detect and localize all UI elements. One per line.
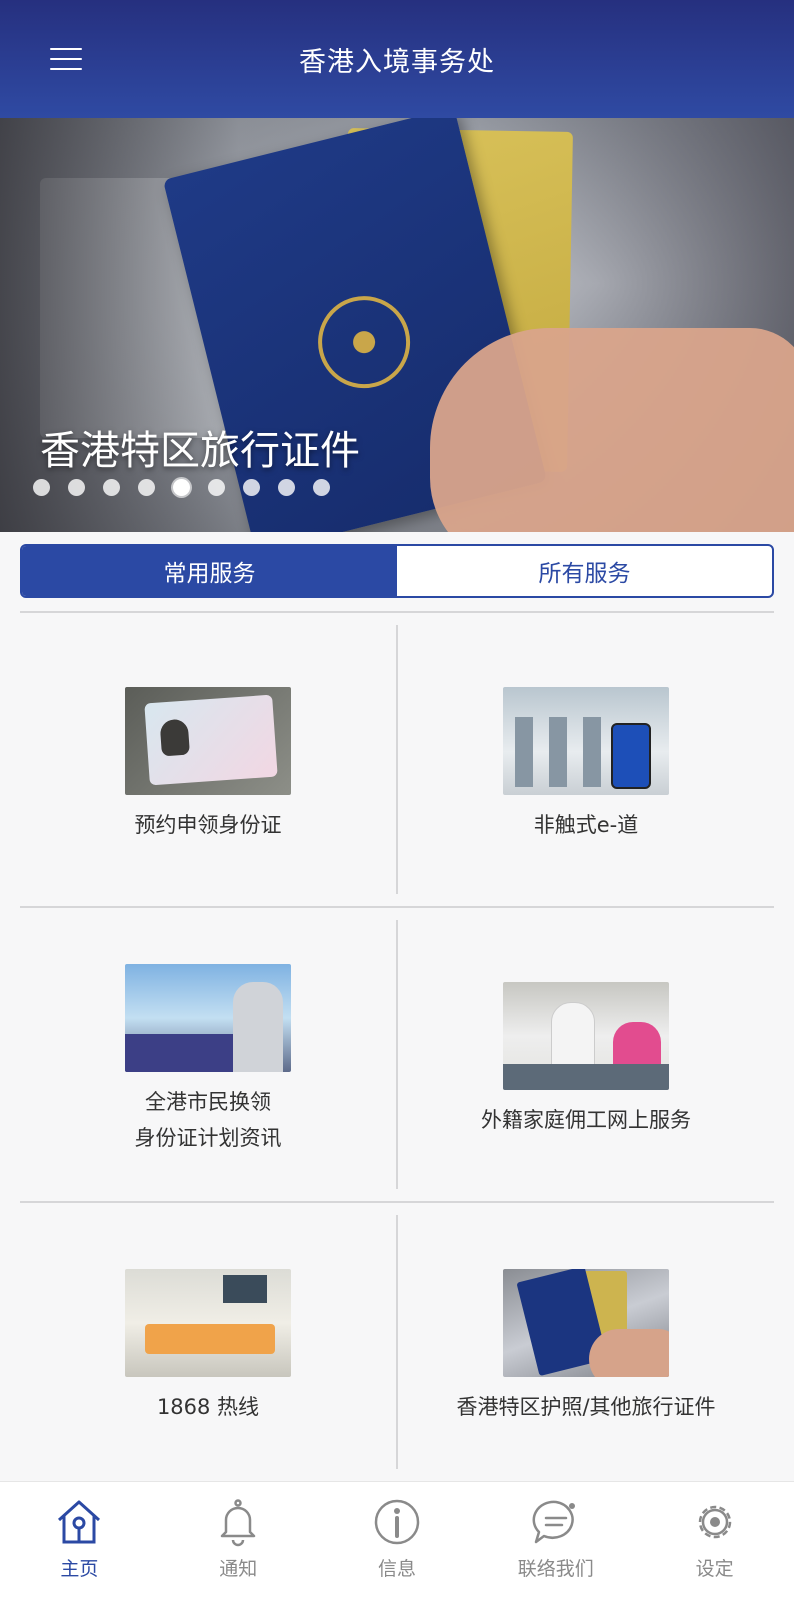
carousel-dot[interactable]	[138, 479, 155, 496]
service-label: 非触式e-道	[533, 812, 639, 837]
hand-image	[430, 328, 794, 532]
service-label: 香港特区护照/其他旅行证件	[456, 1395, 716, 1419]
nav-label: 通知	[219, 1558, 258, 1580]
nav-label: 设定	[695, 1558, 734, 1580]
carousel-dot[interactable]	[103, 479, 120, 496]
carousel-dot[interactable]	[173, 479, 190, 496]
chat-bubble-icon	[532, 1500, 575, 1544]
info-icon	[374, 1499, 420, 1545]
service-grid: 预约申领身份证 非触式e-道 全港市民换领 身份证计划资讯 外籍家庭佣工网上服务…	[20, 611, 774, 1485]
passport-photo	[503, 1269, 669, 1377]
carousel-dot[interactable]	[33, 479, 50, 496]
bottom-navigation: 主页 通知 信息 联络我们 设定	[0, 1482, 794, 1600]
service-row: 全港市民换领 身份证计划资讯 外籍家庭佣工网上服务	[20, 908, 774, 1203]
hamburger-menu-icon[interactable]	[46, 44, 86, 74]
service-tabs: 常用服务 所有服务	[20, 544, 774, 598]
nav-label: 信息	[377, 1558, 416, 1580]
app-root: 香港入境事务处 香港特区旅行证件 常用服务 所有服务 预约申领身份证 非触式e-…	[0, 0, 794, 1600]
id-card-photo	[125, 686, 291, 795]
call-centre-photo	[125, 1269, 291, 1377]
carousel-indicator	[33, 479, 330, 496]
carousel-dot[interactable]	[313, 479, 330, 496]
service-tile-id-replacement[interactable]: 全港市民换领 身份证计划资讯	[20, 920, 398, 1189]
service-tile-passport[interactable]: 香港特区护照/其他旅行证件	[398, 1215, 774, 1469]
service-tile-e-channel[interactable]: 非触式e-道	[398, 625, 774, 894]
nav-info[interactable]: 信息	[318, 1482, 477, 1600]
nav-settings[interactable]: 设定	[635, 1482, 794, 1600]
tab-all-services[interactable]: 所有服务	[397, 546, 772, 596]
service-tile-fdh[interactable]: 外籍家庭佣工网上服务	[398, 920, 774, 1189]
counter-service-photo	[503, 981, 669, 1090]
home-icon	[58, 1500, 101, 1544]
carousel-dot[interactable]	[243, 479, 260, 496]
carousel-dot[interactable]	[208, 479, 225, 496]
service-label: 外籍家庭佣工网上服务	[481, 1107, 691, 1132]
service-label: 1868 热线	[156, 1395, 260, 1419]
banner-caption: 香港特区旅行证件	[40, 428, 360, 474]
service-tile-id-booking[interactable]: 预约申领身份证	[20, 625, 398, 894]
bell-icon	[220, 1499, 256, 1547]
national-emblem-icon	[308, 286, 420, 398]
service-label: 全港市民换领 身份证计划资讯	[134, 1089, 282, 1150]
nav-label: 主页	[60, 1558, 99, 1580]
app-header: 香港入境事务处	[0, 0, 794, 118]
carousel-dot[interactable]	[68, 479, 85, 496]
service-tile-hotline[interactable]: 1868 热线	[20, 1215, 398, 1469]
e-channel-photo	[503, 686, 669, 795]
service-row: 预约申领身份证 非触式e-道	[20, 613, 774, 908]
page-title: 香港入境事务处	[299, 46, 495, 78]
nav-contact-us[interactable]: 联络我们	[476, 1482, 635, 1600]
service-row: 1868 热线 香港特区护照/其他旅行证件	[20, 1203, 774, 1481]
nav-notifications[interactable]: 通知	[159, 1482, 318, 1600]
service-label: 预约申领身份证	[134, 812, 282, 837]
nav-label: 联络我们	[517, 1558, 594, 1580]
gear-icon	[698, 1505, 731, 1539]
id-replacement-campaign-photo	[125, 963, 291, 1072]
banner-carousel[interactable]: 香港特区旅行证件	[0, 118, 794, 532]
nav-home[interactable]: 主页	[0, 1482, 159, 1600]
tab-common-services[interactable]: 常用服务	[22, 546, 397, 596]
carousel-dot[interactable]	[278, 479, 295, 496]
